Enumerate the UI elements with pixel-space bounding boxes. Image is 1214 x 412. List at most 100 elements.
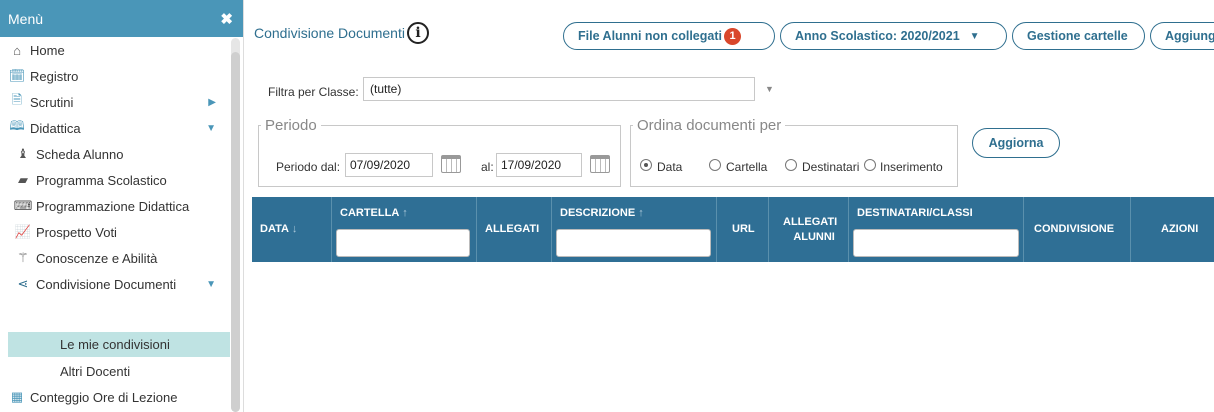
sidebar-item-label: Didattica	[30, 120, 81, 136]
aggiungi-button[interactable]: Aggiungi	[1150, 22, 1214, 50]
sidebar-item-home[interactable]: ⌂ Home	[0, 37, 230, 63]
sidebar-item-conteggio-ore[interactable]: ▦ Conteggio Ore di Lezione	[0, 384, 230, 410]
close-icon[interactable]: ✖	[220, 10, 233, 28]
sidebar-item-label: Programma Scolastico	[36, 172, 167, 188]
sidebar-item-label: Conoscenze e Abilità	[36, 250, 158, 266]
magic-wand-icon: ⚚	[17, 250, 29, 265]
table-icon: ▦	[10, 389, 24, 404]
ordina-legend: Ordina documenti per	[637, 117, 782, 134]
radio-data-label: Data	[657, 160, 683, 174]
sidebar-header: Menù ✖	[0, 0, 243, 37]
sidebar-item-prospetto-voti[interactable]: 📈 Prospetto Voti	[0, 219, 230, 245]
column-allegati-alunni[interactable]: ALLEGATI ALUNNI	[769, 197, 849, 262]
radio-cartella[interactable]	[709, 159, 721, 171]
anno-scolastico-dropdown[interactable]: Anno Scolastico: 2020/2021 ▼	[780, 22, 1007, 50]
column-destinatari[interactable]: DESTINATARI/CLASSI	[849, 197, 1024, 262]
destinatari-filter-input[interactable]	[853, 229, 1019, 257]
column-condivisione[interactable]: CONDIVISIONE	[1024, 197, 1131, 262]
sidebar-item-label: Programmazione Didattica	[36, 198, 190, 214]
sidebar-scrollbar[interactable]	[231, 38, 240, 412]
column-label: DATA	[260, 223, 289, 235]
sidebar-item-label: Altri Docenti	[60, 363, 131, 379]
book-icon: 🕮	[9, 118, 25, 133]
anno-scolastico-label: Anno Scolastico: 2020/2021	[795, 29, 960, 43]
notebook-icon: ▰	[18, 172, 28, 187]
gestione-cartelle-button[interactable]: Gestione cartelle	[1012, 22, 1145, 50]
periodo-to-label: al:	[481, 160, 494, 174]
radio-cartella-label: Cartella	[726, 160, 768, 174]
date-from-input[interactable]: 07/09/2020	[345, 153, 433, 177]
sort-icon: ↑	[638, 207, 644, 219]
periodo-legend: Periodo	[265, 117, 317, 134]
sidebar-item-label: Scheda Alunno	[36, 146, 124, 162]
class-filter-select[interactable]: (tutte)	[363, 77, 755, 101]
radio-inserimento-label: Inserimento	[880, 160, 943, 174]
chevron-down-icon[interactable]: ▼	[765, 84, 774, 94]
radio-inserimento[interactable]	[864, 159, 876, 171]
sidebar-item-label: Home	[30, 42, 65, 58]
sidebar-item-programmazione-didattica[interactable]: ⌨ Programmazione Didattica	[0, 193, 230, 219]
sidebar-item-label: Registro	[30, 68, 79, 84]
sidebar-item-le-mie-condivisioni[interactable]: Le mie condivisioni	[8, 332, 230, 357]
sidebar: Menù ✖ ⌂ Home 🗓 Registro 🗎 Scrutini ▶ 🕮 …	[0, 0, 244, 412]
column-label: URL	[732, 223, 755, 235]
aggiungi-label: Aggiungi	[1165, 29, 1214, 43]
sidebar-item-scheda-alunno[interactable]: ♝ Scheda Alunno	[0, 141, 230, 167]
chevron-down-icon: ▼	[206, 278, 216, 290]
file-alunni-label: File Alunni non collegati	[578, 29, 722, 43]
chevron-down-icon: ▼	[206, 122, 216, 134]
sidebar-item-registro[interactable]: 🗓 Registro	[0, 63, 230, 89]
sidebar-item-scrutini[interactable]: 🗎 Scrutini ▶	[0, 89, 230, 115]
periodo-from-label: Periodo dal:	[276, 160, 341, 174]
column-azioni[interactable]: AZIONI	[1131, 197, 1214, 262]
page-title: Condivisione Documenti	[254, 25, 405, 41]
calendar-icon[interactable]	[441, 155, 461, 173]
sidebar-item-didattica[interactable]: 🕮 Didattica ▼	[0, 115, 230, 141]
sidebar-item-altri-docenti[interactable]: Altri Docenti	[0, 358, 230, 384]
home-icon: ⌂	[13, 42, 21, 58]
radio-destinatari-label: Destinatari	[802, 160, 860, 174]
column-label: ALLEGATI	[783, 216, 838, 228]
column-label: CONDIVISIONE	[1034, 223, 1115, 235]
scrollbar-thumb[interactable]	[231, 52, 240, 412]
line-chart-icon: 📈	[14, 224, 32, 239]
column-label: ALUNNI	[793, 231, 835, 243]
column-data[interactable]: DATA ↓	[252, 197, 332, 262]
sidebar-title: Menù	[8, 10, 44, 27]
column-label: DESCRIZIONE	[560, 207, 636, 219]
radio-data[interactable]	[640, 159, 652, 171]
column-descrizione[interactable]: DESCRIZIONE ↑	[552, 197, 717, 262]
notification-badge: 1	[724, 27, 741, 45]
cartella-filter-input[interactable]	[336, 229, 470, 257]
radio-destinatari[interactable]	[785, 159, 797, 171]
keyboard-icon: ⌨	[13, 198, 33, 213]
descrizione-filter-input[interactable]	[556, 229, 711, 257]
share-icon: ⋖	[17, 276, 29, 291]
sidebar-item-label: Conteggio Ore di Lezione	[30, 389, 178, 405]
info-icon[interactable]: i	[407, 22, 429, 44]
calendar-icon[interactable]	[590, 155, 610, 173]
ordina-fieldset: Ordina documenti per	[630, 117, 958, 187]
column-label: DESTINATARI/CLASSI	[857, 207, 973, 219]
report-icon: 🗎	[11, 92, 23, 107]
gestione-cartelle-label: Gestione cartelle	[1027, 29, 1128, 43]
sidebar-item-label: Condivisione Documenti	[36, 276, 177, 292]
chevron-right-icon: ▶	[208, 96, 216, 108]
sidebar-item-label: Le mie condivisioni	[60, 337, 170, 352]
sidebar-item-condivisione-documenti[interactable]: ⋖ Condivisione Documenti ▼	[0, 271, 230, 297]
column-url[interactable]: URL	[717, 197, 769, 262]
calendar-check-icon: 🗓	[8, 68, 26, 83]
file-alunni-button[interactable]: File Alunni non collegati 1	[563, 22, 775, 50]
sidebar-item-label: Scrutini	[30, 94, 74, 110]
column-cartella[interactable]: CARTELLA ↑	[332, 197, 477, 262]
column-label: ALLEGATI	[485, 223, 540, 235]
date-to-input[interactable]: 17/09/2020	[496, 153, 582, 177]
sort-icon: ↓	[291, 223, 298, 235]
aggiorna-button[interactable]: Aggiorna	[972, 128, 1060, 158]
sidebar-item-label: Prospetto Voti	[36, 224, 117, 240]
column-allegati[interactable]: ALLEGATI	[477, 197, 552, 262]
table-header: DATA ↓ CARTELLA ↑ ALLEGATI DESCRIZIONE ↑ UR…	[252, 197, 1214, 262]
column-label: AZIONI	[1161, 223, 1199, 235]
sidebar-item-programma-scolastico[interactable]: ▰ Programma Scolastico	[0, 167, 230, 193]
sidebar-item-conoscenze[interactable]: ⚚ Conoscenze e Abilità	[0, 245, 230, 271]
